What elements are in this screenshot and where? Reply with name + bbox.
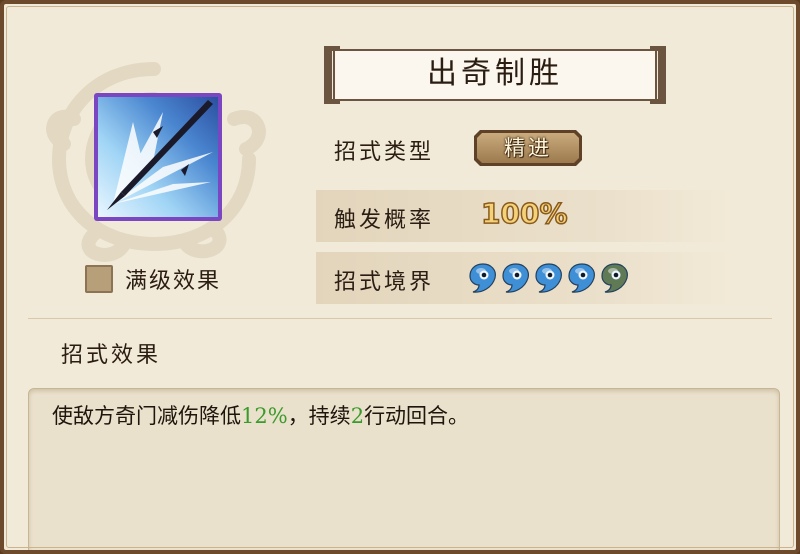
divider <box>28 318 772 319</box>
spear-thrust-icon <box>94 93 222 221</box>
desc-text-3: 行动回合。 <box>364 404 470 428</box>
title-banner: 出奇制胜 <box>324 46 666 104</box>
realm-drop-filled-icon <box>535 263 562 293</box>
desc-text-1: 使敌方奇门减伤降低 <box>52 404 241 428</box>
realm-drop-filled-icon <box>568 263 595 293</box>
realm-drop-empty-icon <box>601 263 628 293</box>
full-effect-checkbox[interactable] <box>85 265 113 293</box>
rate-value: 100% <box>480 196 568 231</box>
effect-description: 使敌方奇门减伤降低12%，持续2行动回合。 <box>52 400 469 430</box>
desc-text-2: ，持续 <box>287 404 351 428</box>
type-value: 精进 <box>504 136 552 160</box>
desc-value-turns: 2 <box>350 404 365 428</box>
realm-drop-filled-icon <box>469 263 496 293</box>
skill-detail-panel: 满级效果 出奇制胜 招式类型 精进 触发概率 100% 招式境界 招式效果 使敌… <box>0 0 800 554</box>
realm-label: 招式境界 <box>334 270 435 295</box>
full-effect-label: 满级效果 <box>125 269 222 294</box>
skill-name: 出奇制胜 <box>427 56 563 91</box>
type-label: 招式类型 <box>334 140 435 165</box>
realm-drop-filled-icon <box>502 263 529 293</box>
realm-level-indicator <box>468 262 630 294</box>
desc-value-reduction: 12% <box>241 404 288 428</box>
rate-label: 触发概率 <box>334 208 435 233</box>
effect-label: 招式效果 <box>61 343 162 368</box>
